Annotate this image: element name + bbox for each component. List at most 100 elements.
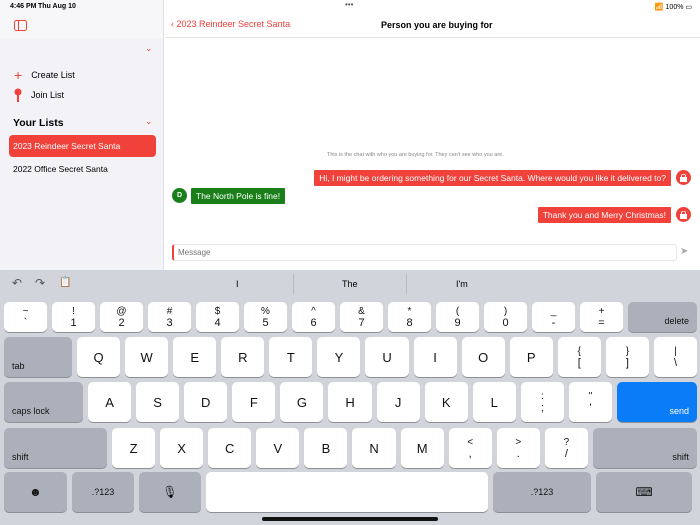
shift-key-left[interactable]: shift	[4, 428, 107, 468]
status-date: Thu Aug 10	[38, 3, 76, 10]
key-p[interactable]: P	[509, 337, 553, 377]
key-d[interactable]: D	[184, 382, 228, 422]
key-`[interactable]: ~ `	[4, 302, 47, 332]
key-s[interactable]: S	[136, 382, 180, 422]
send-icon[interactable]: ➤	[680, 246, 688, 257]
key-k[interactable]: K	[424, 382, 468, 422]
key-][interactable]: }]	[605, 337, 649, 377]
key-symbol: 0	[502, 316, 509, 329]
message-input[interactable]	[172, 244, 677, 261]
home-indicator	[262, 517, 438, 521]
key-t[interactable]: T	[269, 337, 313, 377]
key-symbol: `	[23, 316, 28, 329]
key-n[interactable]: N	[352, 428, 396, 468]
numbers-key[interactable]: .?123	[72, 472, 134, 512]
key-u[interactable]: U	[365, 337, 409, 377]
key-;[interactable]: :;	[520, 382, 564, 422]
key-f[interactable]: F	[232, 382, 276, 422]
key-4[interactable]: $4	[196, 302, 239, 332]
delete-key[interactable]: delete	[628, 302, 697, 332]
key-z[interactable]: Z	[112, 428, 156, 468]
suggestion[interactable]: I	[236, 279, 239, 289]
key-shift-symbol: &	[358, 305, 365, 317]
undo-icon[interactable]: ↶	[12, 276, 22, 290]
key-symbol: ]	[625, 356, 629, 369]
caps-lock-key[interactable]: caps lock	[4, 382, 83, 422]
plus-icon: +	[14, 67, 23, 83]
shift-key-right[interactable]: shift	[592, 428, 697, 468]
key-symbol: [	[577, 356, 581, 369]
microphone-key[interactable]: 🎙	[139, 472, 201, 512]
key-m[interactable]: M	[400, 428, 444, 468]
key-6[interactable]: ^ 6	[292, 302, 335, 332]
key-5[interactable]: % 5	[244, 302, 287, 332]
key-=[interactable]: + =	[580, 302, 623, 332]
key-b[interactable]: B	[304, 428, 348, 468]
key-shift-symbol: }	[625, 345, 630, 357]
your-lists-heading: Your Lists	[13, 117, 64, 129]
key-x[interactable]: X	[160, 428, 204, 468]
key-symbol: =	[598, 316, 605, 329]
tab-key[interactable]: tab	[4, 337, 72, 377]
key-e[interactable]: E	[173, 337, 217, 377]
hide-keyboard-key[interactable]: ⌨	[596, 472, 692, 512]
battery-status: 📶 100% ▭	[654, 4, 692, 11]
sidebar: 4:46 PM Thu Aug 10 ⌄ + Create List Join L…	[0, 0, 164, 270]
join-list-label: Join List	[31, 90, 65, 100]
collapse-chevron-icon[interactable]: ⌄	[145, 43, 153, 54]
space-key[interactable]	[206, 472, 488, 512]
paste-icon[interactable]: 📋	[59, 277, 71, 288]
your-lists-chevron-icon[interactable]: ⌄	[145, 116, 153, 127]
numbers-key[interactable]: .?123	[493, 472, 591, 512]
key-.[interactable]: >.	[496, 428, 540, 468]
key-r[interactable]: R	[221, 337, 265, 377]
redo-icon[interactable]: ↷	[35, 276, 45, 290]
key-3[interactable]: #3	[148, 302, 191, 332]
key-symbol: 9	[454, 316, 461, 329]
key-9[interactable]: (9	[436, 302, 479, 332]
key-o[interactable]: O	[461, 337, 505, 377]
key-symbol: ;	[540, 401, 544, 414]
key-8[interactable]: * 8	[388, 302, 431, 332]
key-0[interactable]: ) 0	[484, 302, 527, 332]
key-shift-symbol: :	[541, 390, 544, 402]
key-l[interactable]: L	[472, 382, 516, 422]
key-shift-symbol: ?	[563, 436, 570, 448]
back-button[interactable]: ‹ 2023 Reindeer Secret Santa	[171, 19, 290, 29]
key-q[interactable]: Q	[77, 337, 121, 377]
key-/[interactable]: ? /	[544, 428, 588, 468]
key-g[interactable]: G	[280, 382, 324, 422]
sidebar-toggle-icon[interactable]	[14, 20, 27, 31]
key-w[interactable]: W	[125, 337, 169, 377]
key-j[interactable]: J	[376, 382, 420, 422]
send-key[interactable]: send	[617, 382, 698, 422]
list-item-selected[interactable]: 2023 Reindeer Secret Santa	[9, 135, 156, 157]
key--[interactable]: _ -	[532, 302, 575, 332]
suggestion[interactable]: I'm	[456, 279, 468, 289]
create-list-button[interactable]: + Create List	[14, 67, 75, 83]
key-shift-symbol: _	[550, 305, 557, 317]
key-a[interactable]: A	[88, 382, 132, 422]
lock-icon	[676, 170, 691, 185]
join-list-button[interactable]: Join List	[14, 88, 64, 102]
key-h[interactable]: H	[328, 382, 372, 422]
key-2[interactable]: @2	[100, 302, 143, 332]
key-i[interactable]: I	[413, 337, 457, 377]
multitask-dots-icon[interactable]: •••	[345, 0, 353, 9]
received-message: The North Pole is fine!	[191, 188, 286, 204]
key-shift-symbol: )	[503, 305, 508, 317]
key-7[interactable]: & 7	[340, 302, 383, 332]
emoji-key[interactable]: ☻	[4, 472, 67, 512]
key-c[interactable]: C	[208, 428, 252, 468]
key-[[interactable]: {[	[557, 337, 601, 377]
key-\[interactable]: | \	[653, 337, 698, 377]
key-shift-symbol: #	[166, 305, 173, 317]
list-item[interactable]: 2022 Office Secret Santa	[13, 164, 108, 174]
key-v[interactable]: V	[256, 428, 300, 468]
suggestion[interactable]: The	[342, 279, 358, 289]
key-symbol: 6	[310, 316, 317, 329]
key-'[interactable]: " '	[568, 382, 613, 422]
key-y[interactable]: Y	[317, 337, 361, 377]
key-1[interactable]: ! 1	[52, 302, 95, 332]
key-,[interactable]: <,	[448, 428, 492, 468]
